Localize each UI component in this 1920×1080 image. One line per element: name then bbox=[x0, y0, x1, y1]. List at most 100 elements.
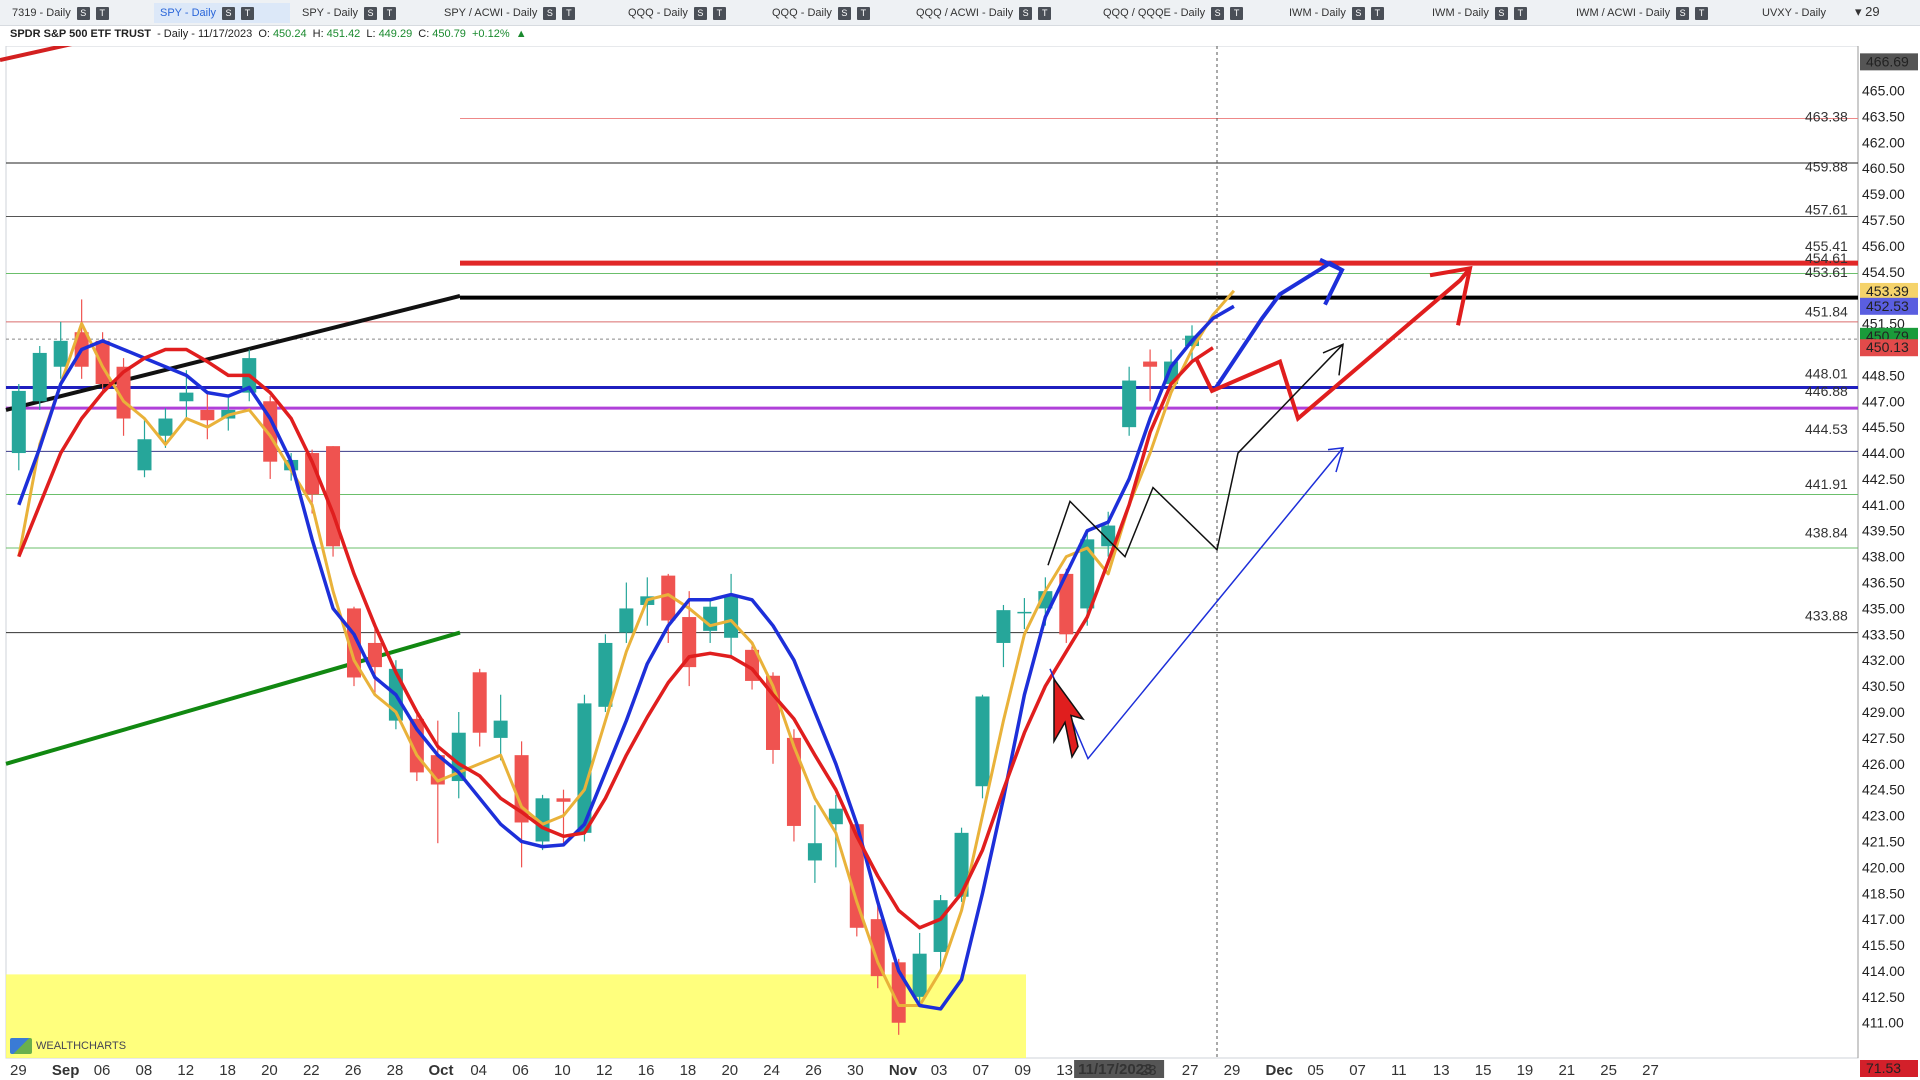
settings-square-icon[interactable]: S bbox=[1019, 6, 1033, 20]
chart-tab-0[interactable]: 7319 - Daily S T bbox=[6, 3, 124, 23]
date-axis-label: 07 bbox=[1349, 1062, 1366, 1079]
level-price-label: 446.88 bbox=[1805, 383, 1848, 399]
candle-body bbox=[1017, 611, 1032, 614]
price-badge: 452.53 bbox=[1860, 298, 1918, 315]
price-axis-tick-label: 418.50 bbox=[1862, 885, 1905, 901]
level-price-label: 459.88 bbox=[1805, 158, 1848, 174]
template-square-icon[interactable]: T bbox=[1230, 6, 1244, 20]
candle-body bbox=[598, 642, 613, 707]
chart-tab-2[interactable]: SPY - Daily S T bbox=[296, 3, 428, 23]
price-axis-tick-label: 444.00 bbox=[1862, 445, 1905, 461]
candle-body bbox=[556, 798, 571, 802]
chart-tab-8[interactable]: IWM - Daily S T bbox=[1283, 3, 1413, 23]
candle-body bbox=[975, 696, 990, 787]
date-axis-label: 08 bbox=[136, 1062, 153, 1079]
date-axis-label: 09 bbox=[1014, 1062, 1031, 1079]
plot-area-frame bbox=[5, 46, 1859, 1059]
red-trendline-fragment bbox=[0, 46, 73, 62]
candle-body bbox=[1122, 380, 1137, 428]
chart-tab-4[interactable]: QQQ - Daily S T bbox=[622, 3, 754, 23]
date-axis-label: 24 bbox=[763, 1062, 780, 1079]
price-axis-tick-label: 448.50 bbox=[1862, 367, 1905, 383]
template-square-icon[interactable]: T bbox=[562, 6, 576, 20]
price-badge-text: 452.53 bbox=[1866, 298, 1909, 314]
settings-square-icon[interactable]: S bbox=[837, 6, 851, 20]
price-axis-tick-label: 417.00 bbox=[1862, 911, 1905, 927]
price-axis-tick-label: 456.00 bbox=[1862, 238, 1905, 254]
chart-tab-11[interactable]: UVXY - Daily bbox=[1756, 3, 1846, 23]
change-percent: +0.12% bbox=[472, 28, 510, 40]
date-axis-label: 18 bbox=[680, 1062, 697, 1079]
settings-square-icon[interactable]: S bbox=[222, 6, 236, 20]
template-square-icon[interactable]: T bbox=[712, 6, 726, 20]
mouse-cursor-icon bbox=[1053, 676, 1085, 759]
template-square-icon[interactable]: T bbox=[1370, 6, 1384, 20]
more-tabs-dropdown[interactable]: ▾ 29 bbox=[1855, 4, 1880, 20]
date-axis-label: 26 bbox=[345, 1062, 362, 1079]
date-axis-label: 26 bbox=[805, 1062, 822, 1079]
settings-square-icon[interactable]: S bbox=[364, 6, 378, 20]
chart-tab-9[interactable]: IWM - Daily S T bbox=[1426, 3, 1556, 23]
template-square-icon[interactable]: T bbox=[1695, 6, 1709, 20]
date-axis-label: 12 bbox=[596, 1062, 613, 1079]
level-price-label: 451.84 bbox=[1805, 303, 1848, 319]
blue-projection-path bbox=[1214, 260, 1343, 389]
template-square-icon[interactable]: T bbox=[241, 6, 255, 20]
date-axis-label: 11 bbox=[1391, 1062, 1407, 1079]
level-price-label: 441.91 bbox=[1805, 476, 1848, 492]
date-axis-label: 20 bbox=[721, 1062, 738, 1079]
date-axis-label: 28 bbox=[387, 1062, 404, 1079]
price-axis-tick-label: 442.50 bbox=[1862, 471, 1905, 487]
candle-body bbox=[619, 608, 634, 633]
level-price-label: 438.84 bbox=[1805, 524, 1848, 540]
chart-tab-5[interactable]: QQQ - Daily S T bbox=[766, 3, 898, 23]
low-label: L: bbox=[366, 28, 376, 40]
template-square-icon[interactable]: T bbox=[95, 6, 109, 20]
candle-body bbox=[807, 843, 822, 861]
chart-tab-label: IWM - Daily bbox=[1289, 7, 1346, 19]
date-axis-label: 07 bbox=[973, 1062, 990, 1079]
chart-tab-10[interactable]: IWM / ACWI - Daily S T bbox=[1570, 3, 1720, 23]
date-axis-label: 05 bbox=[1307, 1062, 1324, 1079]
chart-tab-label: QQQ / ACWI - Daily bbox=[916, 7, 1014, 19]
date-axis-label: 10 bbox=[554, 1062, 571, 1079]
template-square-icon[interactable]: T bbox=[1038, 6, 1052, 20]
price-axis-tick-label: 447.00 bbox=[1862, 393, 1905, 409]
settings-square-icon[interactable]: S bbox=[1351, 6, 1365, 20]
date-axis-label: 30 bbox=[847, 1062, 864, 1079]
price-axis-tick-label: 426.00 bbox=[1862, 756, 1905, 772]
price-badge-text: 71.53 bbox=[1866, 1060, 1901, 1076]
price-axis-tick-label: 460.50 bbox=[1862, 160, 1905, 176]
price-axis-tick-label: 423.00 bbox=[1862, 808, 1905, 824]
close-value: 450.79 bbox=[432, 28, 466, 40]
price-axis-tick-label: 420.00 bbox=[1862, 859, 1905, 875]
settings-square-icon[interactable]: S bbox=[1676, 6, 1690, 20]
date-axis-label: Oct bbox=[429, 1062, 454, 1079]
chart-tab-label: SPY - Daily bbox=[302, 7, 359, 19]
candle-body bbox=[137, 439, 152, 471]
price-axis-tick-label: 438.00 bbox=[1862, 549, 1905, 565]
settings-square-icon[interactable]: S bbox=[543, 6, 557, 20]
chart-tab-7[interactable]: QQQ / QQQE - Daily S T bbox=[1097, 3, 1257, 23]
yellow-demand-zone bbox=[6, 974, 1026, 1058]
chart-tab-label: QQQ - Daily bbox=[628, 7, 688, 19]
gold-moving-average bbox=[17, 289, 1236, 1007]
candle-body bbox=[11, 390, 26, 454]
candle-body bbox=[724, 594, 739, 638]
chart-tab-6[interactable]: QQQ / ACWI - Daily S T bbox=[910, 3, 1060, 23]
chart-tab-3[interactable]: SPY / ACWI - Daily S T bbox=[438, 3, 588, 23]
template-square-icon[interactable]: T bbox=[383, 6, 397, 20]
price-badge: 450.13 bbox=[1860, 339, 1918, 357]
template-square-icon[interactable]: T bbox=[1513, 6, 1527, 20]
candle-body bbox=[996, 610, 1011, 643]
settings-square-icon[interactable]: S bbox=[1494, 6, 1508, 20]
date-axis-label: 06 bbox=[94, 1062, 111, 1079]
chart-tab-label: SPY - Daily bbox=[160, 7, 217, 19]
date-axis-label: 27 bbox=[1182, 1062, 1199, 1079]
chart-tab-1[interactable]: SPY - Daily S T bbox=[154, 3, 290, 23]
settings-square-icon[interactable]: S bbox=[693, 6, 707, 20]
settings-square-icon[interactable]: S bbox=[1211, 6, 1225, 20]
settings-square-icon[interactable]: S bbox=[76, 6, 90, 20]
price-chart[interactable]: 465.00 463.50 462.00 460.50 459.00 457.50 456.… bbox=[0, 46, 1920, 1080]
template-square-icon[interactable]: T bbox=[856, 6, 870, 20]
